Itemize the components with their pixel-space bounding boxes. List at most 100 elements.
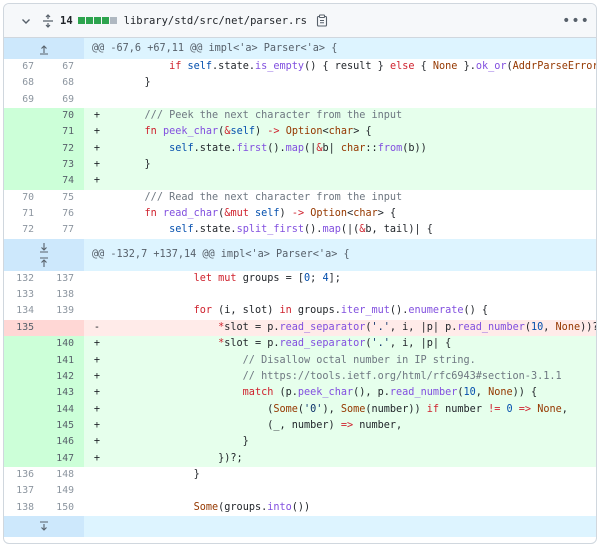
added-line: 144 + (Some('0'), Some(number)) if number… (4, 401, 596, 418)
old-line-number[interactable] (4, 173, 44, 190)
new-line-number[interactable]: 68 (44, 75, 84, 92)
old-line-number[interactable]: 137 (4, 483, 44, 500)
diff-sign: + (93, 110, 101, 122)
old-line-number[interactable]: 134 (4, 303, 44, 320)
new-line-number[interactable]: 146 (44, 434, 84, 451)
added-line: 145 + (_, number) => number, (4, 417, 596, 435)
old-line-number[interactable]: 71 (4, 206, 44, 223)
new-line-number[interactable]: 143 (44, 385, 84, 402)
new-line-number[interactable]: 149 (44, 483, 84, 500)
old-line-number[interactable] (4, 108, 44, 125)
old-line-number[interactable] (4, 385, 44, 402)
expand-up-icon[interactable] (4, 38, 84, 59)
new-line-number[interactable]: 138 (44, 287, 84, 304)
new-line-number[interactable]: 147 (44, 450, 84, 467)
new-line-number[interactable]: 144 (44, 401, 84, 418)
old-line-number[interactable] (4, 352, 44, 369)
code-line: + (84, 173, 596, 190)
old-line-number[interactable] (4, 368, 44, 386)
new-line-number[interactable]: 140 (44, 336, 84, 353)
added-line: 147 + })?; (4, 450, 596, 467)
added-line: 73 + } (4, 157, 596, 174)
expand-both-icon[interactable] (4, 239, 84, 271)
old-line-number[interactable] (4, 434, 44, 451)
diff-file: 14 library/std/src/net/parser.rs ••• @@ … (3, 3, 597, 544)
expand-down-icon[interactable] (4, 516, 84, 537)
new-line-number[interactable]: 72 (44, 140, 84, 158)
old-line-number[interactable] (4, 401, 44, 418)
code-line: fn read_char(&mut self) -> Option<char> … (84, 206, 596, 222)
file-path[interactable]: library/std/src/net/parser.rs (124, 15, 307, 27)
old-line-number[interactable]: 69 (4, 91, 44, 109)
old-line-number[interactable] (4, 124, 44, 141)
new-line-number[interactable]: 77 (44, 222, 84, 239)
new-line-number[interactable]: 137 (44, 270, 84, 288)
expand-all-icon[interactable] (40, 13, 56, 29)
old-line-number[interactable]: 136 (4, 466, 44, 484)
diffstat-bar (77, 17, 117, 24)
old-line-number[interactable]: 70 (4, 189, 44, 207)
diff-sign: + (93, 175, 101, 187)
old-line-number[interactable] (4, 140, 44, 158)
code-line: + } (84, 434, 596, 451)
diff-sign: + (93, 403, 101, 415)
added-line: 143 + match (p.peek_char(), p.read_number… (4, 385, 596, 402)
expand-lines-cell (4, 38, 84, 59)
changes-count: 14 (60, 14, 73, 27)
context-line: 133 138 (4, 287, 596, 304)
context-line: 68 68 } (4, 75, 596, 92)
old-line-number[interactable] (4, 336, 44, 353)
code-line (84, 287, 596, 303)
code-line: + // Disallow octal number in IP string. (84, 352, 596, 369)
hunk-header: @@ -132,7 +137,14 @@ impl<'a> Parser<'a>… (4, 238, 596, 271)
code-line: - *slot = p.read_separator('.', i, |p| p… (84, 319, 596, 337)
new-line-number[interactable]: 141 (44, 352, 84, 369)
new-line-number[interactable]: 71 (44, 124, 84, 141)
context-line: 137 149 (4, 483, 596, 500)
old-line-number[interactable]: 138 (4, 499, 44, 516)
old-line-number[interactable]: 132 (4, 270, 44, 288)
diffstat-block (93, 17, 101, 24)
diffstat-block (109, 17, 117, 24)
code-line: + /// Peek the next character from the i… (84, 108, 596, 125)
new-line-number[interactable]: 139 (44, 303, 84, 320)
file-header: 14 library/std/src/net/parser.rs ••• (4, 4, 596, 38)
code-line: /// Read the next character from the inp… (84, 190, 596, 206)
diff-sign (88, 303, 106, 319)
new-line-number[interactable]: 73 (44, 157, 84, 174)
new-line-number[interactable]: 74 (44, 173, 84, 190)
old-line-number[interactable] (4, 450, 44, 467)
code-line: + *slot = p.read_separator('.', i, |p| { (84, 336, 596, 353)
collapse-chevron-icon[interactable] (18, 13, 34, 29)
code-line (84, 483, 596, 499)
new-line-number[interactable]: 150 (44, 499, 84, 516)
old-line-number[interactable]: 135 (4, 319, 44, 337)
old-line-number[interactable] (4, 417, 44, 435)
new-line-number[interactable]: 75 (44, 189, 84, 207)
diff-sign: + (93, 338, 101, 350)
more-options-icon[interactable]: ••• (562, 11, 589, 31)
code-line: } (84, 75, 596, 91)
old-line-number[interactable]: 67 (4, 59, 44, 76)
old-line-number[interactable]: 68 (4, 75, 44, 92)
context-line: 67 67 if self.state.is_empty() { result }… (4, 59, 596, 76)
new-line-number[interactable]: 145 (44, 417, 84, 435)
new-line-number[interactable]: 69 (44, 91, 84, 109)
new-line-number[interactable]: 76 (44, 206, 84, 223)
context-line: 72 77 self.state.split_first().map(|(&b, … (4, 222, 596, 239)
new-line-number[interactable] (44, 319, 84, 337)
new-line-number[interactable]: 142 (44, 368, 84, 386)
copy-path-icon[interactable] (315, 14, 329, 28)
context-line: 136 148 } (4, 466, 596, 484)
new-line-number[interactable]: 148 (44, 466, 84, 484)
diff-sign: + (93, 436, 101, 448)
diff-sign (88, 75, 106, 91)
old-line-number[interactable]: 72 (4, 222, 44, 239)
old-line-number[interactable] (4, 157, 44, 174)
old-line-number[interactable]: 133 (4, 287, 44, 304)
new-line-number[interactable]: 70 (44, 108, 84, 125)
new-line-number[interactable]: 67 (44, 59, 84, 76)
diff-sign: + (93, 142, 101, 154)
diff-sign (88, 287, 106, 303)
diffstat-block (77, 17, 85, 24)
